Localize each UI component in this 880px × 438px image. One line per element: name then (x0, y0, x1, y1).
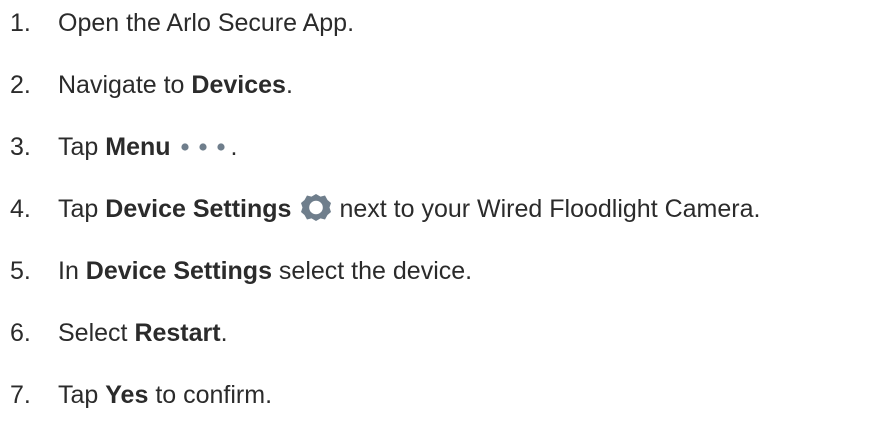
step-text: Navigate to Devices . (58, 65, 293, 105)
step-2: 2. Navigate to Devices . (10, 65, 293, 105)
step-text-plain: Tap (58, 133, 106, 161)
step-number: 4. (10, 195, 31, 223)
step-number: 6. (10, 319, 31, 347)
step-text-plain: . (285, 71, 293, 99)
step-text-plain: . (230, 133, 238, 161)
step-6: 6. Select Restart . (10, 313, 228, 353)
step-text-plain: Tap (58, 195, 106, 223)
step-number: 7. (10, 381, 31, 409)
step-1: 1. Open the Arlo Secure App. (10, 3, 354, 43)
step-4: 4. Tap Device Settings next to your Wire… (10, 189, 760, 229)
step-text: Open the Arlo Secure App. (58, 3, 354, 43)
step-text-emphasis: Menu (105, 133, 171, 161)
step-text-plain: to confirm. (148, 381, 273, 409)
step-text-emphasis: Device Settings (85, 257, 272, 285)
step-text-plain: select the device. (271, 257, 473, 285)
step-text-plain: Select (58, 319, 135, 347)
step-text-plain: Tap (58, 381, 106, 409)
step-5: 5. In Device Settings select the device. (10, 251, 472, 291)
step-number: 1. (10, 9, 31, 37)
step-number: 3. (10, 133, 31, 161)
step-text-emphasis: Restart (134, 319, 221, 347)
step-text-plain: next to your Wired Floodlight Camera. (339, 195, 761, 223)
step-text-plain: Open the Arlo Secure App. (58, 9, 355, 37)
more-dots-icon (179, 127, 231, 167)
step-text-emphasis: Yes (105, 381, 149, 409)
step-3: 3. Tap Menu . (10, 127, 238, 167)
step-number: 2. (10, 71, 31, 99)
step-text: Tap Device Settings next to your Wired F… (58, 189, 760, 229)
step-text-plain: . (220, 319, 228, 347)
step-text-plain: Navigate to (58, 71, 192, 99)
step-text: Select Restart . (58, 313, 228, 353)
step-text: In Device Settings select the device. (58, 251, 472, 291)
step-text-emphasis: Devices (191, 71, 286, 99)
gear-icon (299, 189, 333, 229)
step-7: 7. Tap Yes to confirm. (10, 375, 272, 415)
step-number: 5. (10, 257, 31, 285)
step-text-emphasis: Device Settings (105, 195, 292, 223)
step-text: Tap Yes to confirm. (58, 375, 272, 415)
step-text-plain: In (58, 257, 86, 285)
step-text: Tap Menu . (58, 127, 238, 167)
